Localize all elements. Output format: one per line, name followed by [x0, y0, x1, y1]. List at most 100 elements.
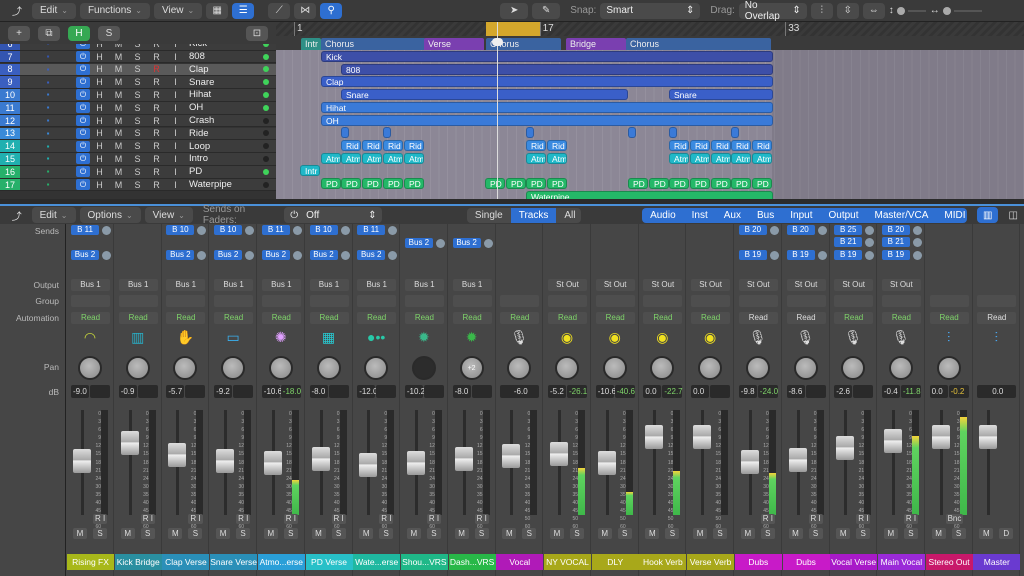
track-on-button[interactable]: ⏻ — [76, 140, 90, 152]
mute-button[interactable]: M — [454, 528, 469, 539]
region[interactable]: PD — [321, 178, 341, 189]
filter-output[interactable]: Output — [820, 208, 866, 223]
automation-mode[interactable]: Read — [834, 312, 874, 324]
mute-button[interactable]: M — [109, 167, 128, 177]
output-slot[interactable]: Bus 1 — [404, 279, 444, 291]
pan-knob[interactable] — [411, 356, 436, 380]
input-monitor-button[interactable]: I — [166, 116, 185, 126]
region[interactable]: Atm — [362, 152, 382, 164]
volume-fader[interactable] — [406, 450, 425, 475]
solo-button[interactable]: S — [665, 528, 680, 539]
microphone-icon[interactable]: 🎙 — [795, 329, 817, 345]
volume-readout[interactable]: -8.0 — [452, 385, 471, 398]
filter-input[interactable]: Input — [782, 208, 820, 223]
region[interactable]: Clap — [321, 76, 773, 88]
group-slot[interactable] — [595, 295, 635, 307]
pan-knob[interactable] — [268, 356, 293, 380]
solo-button[interactable]: S — [128, 180, 147, 190]
pointer-tool-icon[interactable]: ➤ — [500, 2, 529, 19]
hide-button[interactable]: H — [90, 141, 109, 151]
send-slot[interactable]: B 10 — [166, 225, 195, 235]
record-button[interactable]: R — [147, 44, 166, 49]
compressor-icon[interactable]: ◉ — [651, 329, 673, 345]
snap-select[interactable]: Smart ⇕ — [600, 2, 701, 19]
microphone-icon[interactable]: 🎙 — [508, 329, 530, 345]
channel-name[interactable]: Shou...VRS — [400, 554, 448, 570]
filter-master-vca[interactable]: Master/VCA — [867, 208, 937, 223]
track-name[interactable]: Kick — [185, 44, 255, 49]
region[interactable]: Rid — [752, 139, 772, 151]
track-row[interactable]: 7 ▪ ⏻ H M S R I 808 — [0, 50, 276, 64]
send-level-knob[interactable] — [245, 251, 255, 260]
volume-fader[interactable] — [120, 431, 139, 456]
volume-fader[interactable] — [216, 449, 235, 474]
volume-fader[interactable] — [883, 428, 902, 453]
mute-button[interactable]: M — [597, 528, 612, 539]
output-slot[interactable]: St Out — [595, 279, 635, 291]
microphone-icon[interactable]: 🎙 — [890, 329, 912, 345]
track-name[interactable]: Crash — [185, 115, 255, 126]
solo-button[interactable]: S — [128, 154, 147, 164]
send-slot[interactable]: Bus 2 — [71, 250, 99, 260]
input-monitor-button[interactable]: I — [166, 90, 185, 100]
solo-button[interactable]: S — [128, 44, 147, 49]
track-name[interactable]: Ride — [185, 128, 255, 139]
record-input-buttons[interactable]: R I — [283, 514, 299, 524]
group-slot[interactable] — [881, 295, 921, 307]
mute-button[interactable]: M — [109, 141, 128, 151]
solo-button[interactable]: S — [379, 528, 394, 539]
track-on-button[interactable]: ⏻ — [76, 166, 90, 178]
group-slot[interactable] — [261, 295, 301, 307]
region[interactable]: Atm — [690, 152, 710, 164]
send-level-knob[interactable] — [102, 251, 111, 260]
catch-icon[interactable]: ⤴ — [6, 3, 28, 19]
hide-button[interactable]: H — [90, 180, 109, 190]
send-slot[interactable]: B 10 — [214, 225, 243, 235]
solo-button[interactable]: S — [283, 528, 298, 539]
filter-midi[interactable]: MIDI — [936, 208, 966, 223]
automation-mode[interactable]: Read — [166, 312, 206, 324]
send-slot[interactable]: B 11 — [357, 225, 386, 235]
mute-button[interactable]: M — [109, 154, 128, 164]
output-slot[interactable]: St Out — [548, 279, 587, 291]
region[interactable]: Intr — [300, 165, 320, 177]
sparkle-icon[interactable]: ✺ — [270, 329, 292, 345]
solo-button[interactable]: S — [570, 528, 584, 539]
send-slot[interactable]: B 20 — [881, 225, 910, 235]
add-track-button[interactable]: + — [8, 25, 30, 41]
automation-mode[interactable]: Read — [977, 312, 1017, 324]
output-slot[interactable]: Bus 1 — [166, 279, 206, 291]
send-slot[interactable]: B 21 — [834, 237, 863, 247]
send-level-knob[interactable] — [292, 251, 302, 260]
region[interactable]: PD — [731, 178, 751, 189]
channel-name[interactable]: Dash...VRS — [448, 554, 496, 570]
volume-fader[interactable] — [979, 425, 998, 450]
record-button[interactable]: R — [147, 141, 166, 151]
solo-button[interactable]: S — [426, 528, 441, 539]
volume-fader[interactable] — [693, 425, 712, 450]
drum-machine-icon[interactable]: ▥ — [127, 329, 149, 345]
solo-button[interactable]: S — [128, 77, 147, 87]
mute-button[interactable]: M — [109, 77, 128, 87]
mute-button[interactable]: M — [120, 528, 135, 539]
send-level-knob[interactable] — [769, 251, 779, 260]
compressor-icon[interactable]: ◉ — [699, 329, 721, 345]
volume-fader[interactable] — [788, 448, 807, 473]
track-row[interactable]: 16 ▪ ⏻ H M S R I PD — [0, 166, 276, 179]
waveform-icon[interactable]: ⫶ — [938, 329, 960, 345]
group-slot[interactable] — [357, 295, 397, 307]
solo-button[interactable]: S — [713, 528, 728, 539]
group-slot[interactable] — [214, 295, 254, 307]
mute-button[interactable]: M — [109, 64, 128, 74]
group-slot[interactable] — [834, 295, 874, 307]
region[interactable]: Atm — [321, 152, 341, 164]
send-level-knob[interactable] — [340, 251, 350, 260]
solo-button[interactable]: S — [128, 141, 147, 151]
mute-button[interactable]: M — [836, 528, 851, 539]
volume-readout[interactable]: -8.6 — [786, 385, 805, 398]
mute-button[interactable]: M — [109, 116, 128, 126]
region[interactable]: PD — [628, 178, 648, 189]
send-slot[interactable]: B 19 — [738, 250, 767, 260]
mute-button[interactable]: M — [263, 528, 278, 539]
output-slot[interactable]: St Out — [738, 279, 778, 291]
